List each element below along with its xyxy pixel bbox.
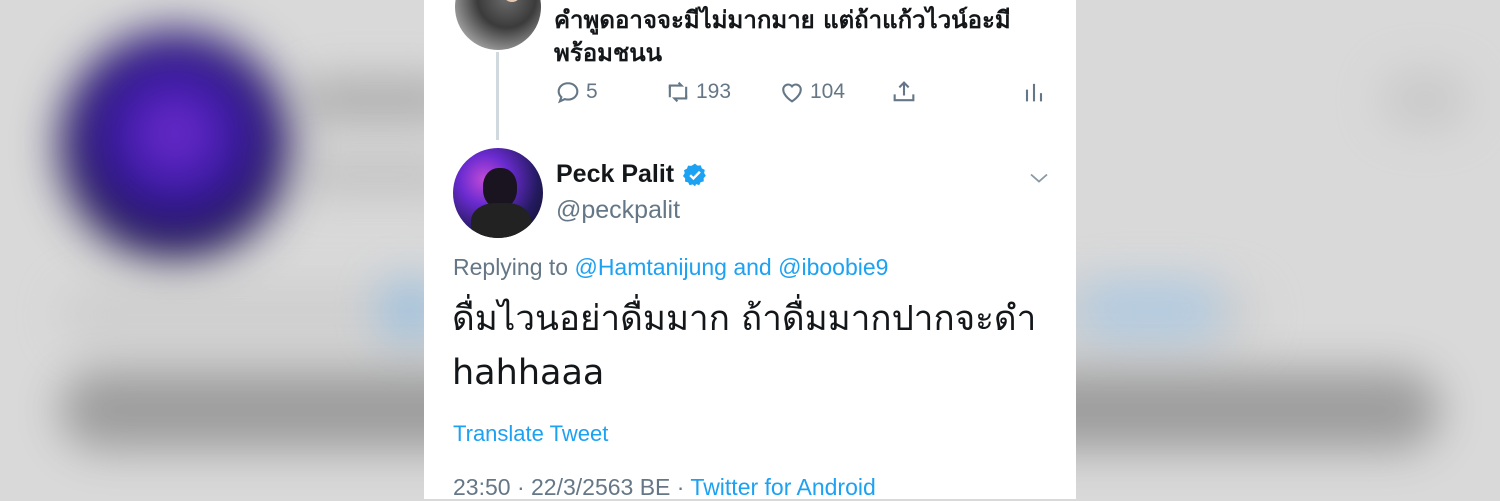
like-count: 104	[810, 80, 846, 103]
blurred-shape	[1380, 70, 1470, 130]
share-icon	[893, 81, 915, 102]
stats-icon	[1025, 83, 1043, 102]
translate-tweet-link[interactable]: Translate Tweet	[453, 421, 608, 447]
retweet-icon	[668, 81, 688, 103]
retweet-count: 193	[696, 80, 732, 103]
like-button[interactable]: 104	[778, 78, 845, 106]
author-name-row: Peck Palit	[556, 160, 708, 189]
thread-connector-line	[496, 52, 499, 140]
tweet-source-link[interactable]: Twitter for Android	[690, 474, 875, 500]
author-handle[interactable]: @peckpalit	[556, 196, 680, 225]
replying-to-line: Replying to @Hamtanijung and @iboobie9	[453, 254, 888, 281]
previous-tweet-text: คำพูดอาจจะมีไม่มากมาย แต่ถ้าแก้วไวน์อะมี…	[554, 6, 1011, 67]
reply-count: 5	[586, 80, 598, 103]
reply-button[interactable]: 5	[554, 78, 598, 106]
blurred-shape	[1080, 280, 1220, 340]
retweet-button[interactable]: 193	[664, 78, 731, 106]
tweet-text-line: hahhaaa	[452, 353, 605, 393]
tweet-timestamp[interactable]: 23:50 · 22/3/2563 BE ·	[453, 474, 684, 500]
replying-prefix: Replying to	[453, 254, 569, 280]
replying-and[interactable]: and	[733, 254, 771, 280]
blurred-avatar	[60, 30, 290, 260]
tweet-stats-button[interactable]	[1020, 78, 1052, 106]
tweet-meta: 23:50 · 22/3/2563 BE · Twitter for Andro…	[453, 474, 876, 501]
mention-link[interactable]: @iboobie9	[778, 254, 888, 280]
mention-link[interactable]: @Hamtanijung	[574, 254, 726, 280]
share-button[interactable]	[890, 78, 922, 106]
chevron-down-icon[interactable]	[1027, 166, 1051, 190]
tweet-text: ดื่มไวนอย่าดื่มมาก ถ้าดื่มมากปากจะดำ hah…	[452, 292, 1052, 400]
like-icon	[782, 83, 802, 103]
reply-icon	[557, 82, 579, 104]
tweet-card: คำพูดอาจจะมีไม่มากมาย แต่ถ้าแก้วไวน์อะมี…	[424, 0, 1076, 501]
verified-badge-icon	[683, 163, 706, 186]
author-display-name[interactable]: Peck Palit	[556, 160, 674, 189]
previous-tweet-actions: 5 193 104	[554, 78, 1054, 114]
tweet-text-line: ดื่มไวนอย่าดื่มมาก ถ้าดื่มมากปากจะดำ	[452, 299, 1037, 339]
author-avatar[interactable]	[453, 148, 543, 238]
previous-tweet-avatar[interactable]	[455, 0, 541, 50]
